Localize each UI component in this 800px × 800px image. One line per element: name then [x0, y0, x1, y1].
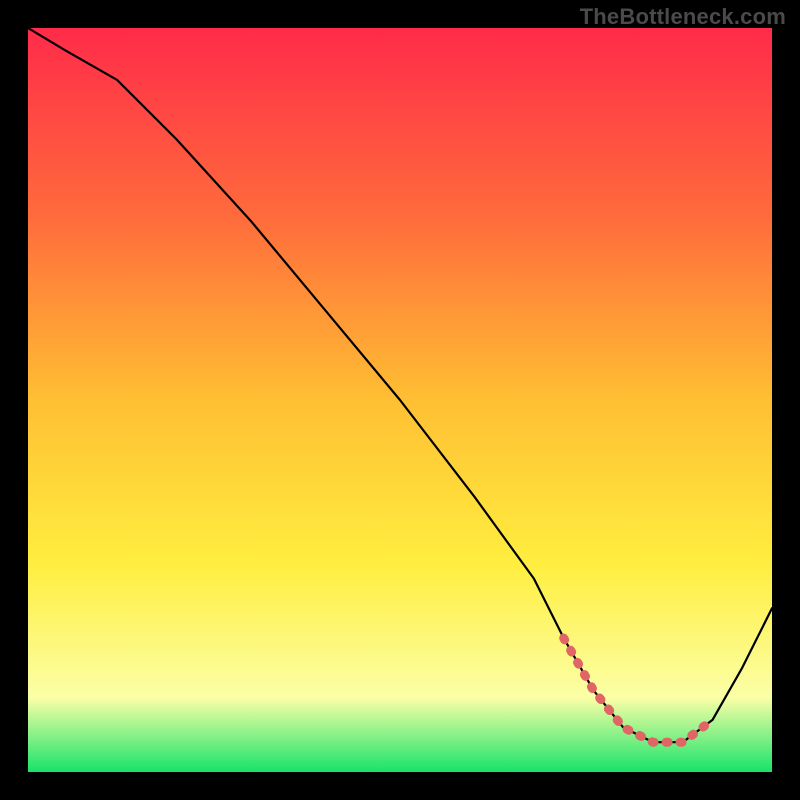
watermark-text: TheBottleneck.com: [580, 4, 786, 30]
chart-frame: TheBottleneck.com: [0, 0, 800, 800]
bottleneck-curve-chart: [28, 28, 772, 772]
